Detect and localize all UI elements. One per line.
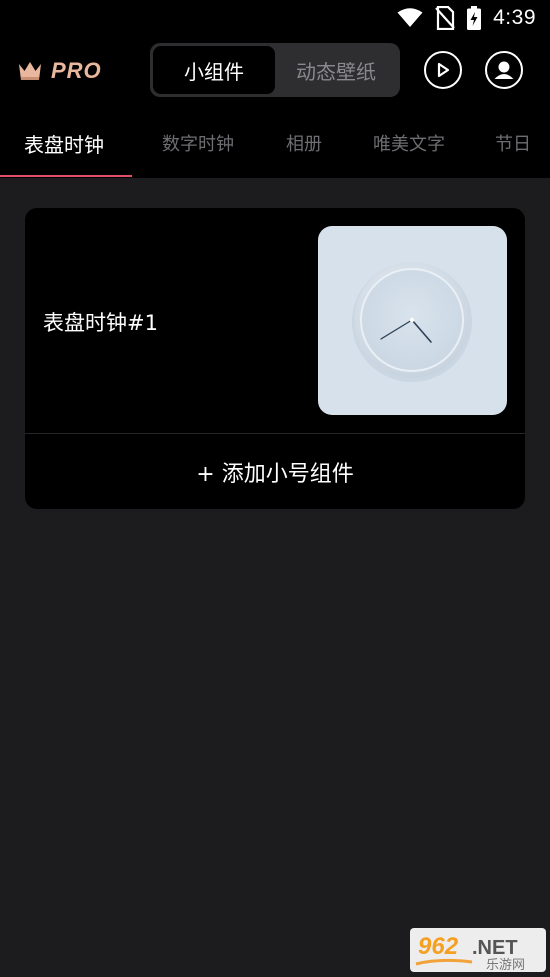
tab-holiday[interactable]: 节日 — [495, 130, 531, 156]
widget-card[interactable]: 表盘时钟#1 + 添加小号组件 — [25, 208, 525, 509]
app-header: PRO 小组件 动态壁纸 — [0, 36, 550, 108]
tab-dial-clock[interactable]: 表盘时钟 — [24, 129, 104, 158]
svg-text:.NET: .NET — [472, 937, 518, 959]
play-button[interactable] — [424, 51, 462, 89]
wifi-icon — [397, 8, 423, 27]
profile-button[interactable] — [485, 51, 523, 89]
play-circle-icon — [437, 62, 450, 78]
tab-indicator — [0, 175, 132, 177]
battery-charging-icon — [467, 6, 482, 30]
analog-clock-icon — [352, 262, 472, 382]
watermark-logo-icon: 962 .NET 乐游网 — [410, 928, 546, 973]
add-small-widget-button[interactable]: + 添加小号组件 — [25, 434, 525, 509]
status-time: 4:39 — [493, 6, 536, 29]
category-tabs: 表盘时钟 数字时钟 相册 唯美文字 节日 — [0, 108, 550, 178]
tab-aesthetic-text[interactable]: 唯美文字 — [373, 130, 445, 156]
crown-icon — [19, 62, 41, 80]
app-screen: 4:39 PRO 小组件 动态壁纸 表盘时钟 数字时钟 相册 唯美文字 节日 表… — [0, 0, 550, 977]
mode-switch: 小组件 动态壁纸 — [150, 43, 400, 97]
status-bar: 4:39 — [0, 0, 550, 36]
user-circle-icon — [494, 61, 514, 79]
segment-widgets[interactable]: 小组件 — [153, 46, 275, 94]
widget-title: 表盘时钟#1 — [43, 311, 158, 335]
tab-album[interactable]: 相册 — [286, 130, 322, 156]
segment-live-wallpaper[interactable]: 动态壁纸 — [275, 46, 397, 94]
no-sim-icon — [435, 6, 455, 30]
pro-label: PRO — [51, 58, 102, 83]
svg-text:962: 962 — [418, 933, 459, 960]
pro-badge[interactable]: PRO — [17, 58, 102, 84]
svg-text:乐游网: 乐游网 — [486, 958, 525, 972]
site-watermark: 962 .NET 乐游网 — [410, 928, 546, 973]
status-icons: 4:39 — [397, 6, 536, 30]
tab-digital-clock[interactable]: 数字时钟 — [162, 130, 234, 156]
clock-widget-preview[interactable] — [318, 226, 507, 415]
